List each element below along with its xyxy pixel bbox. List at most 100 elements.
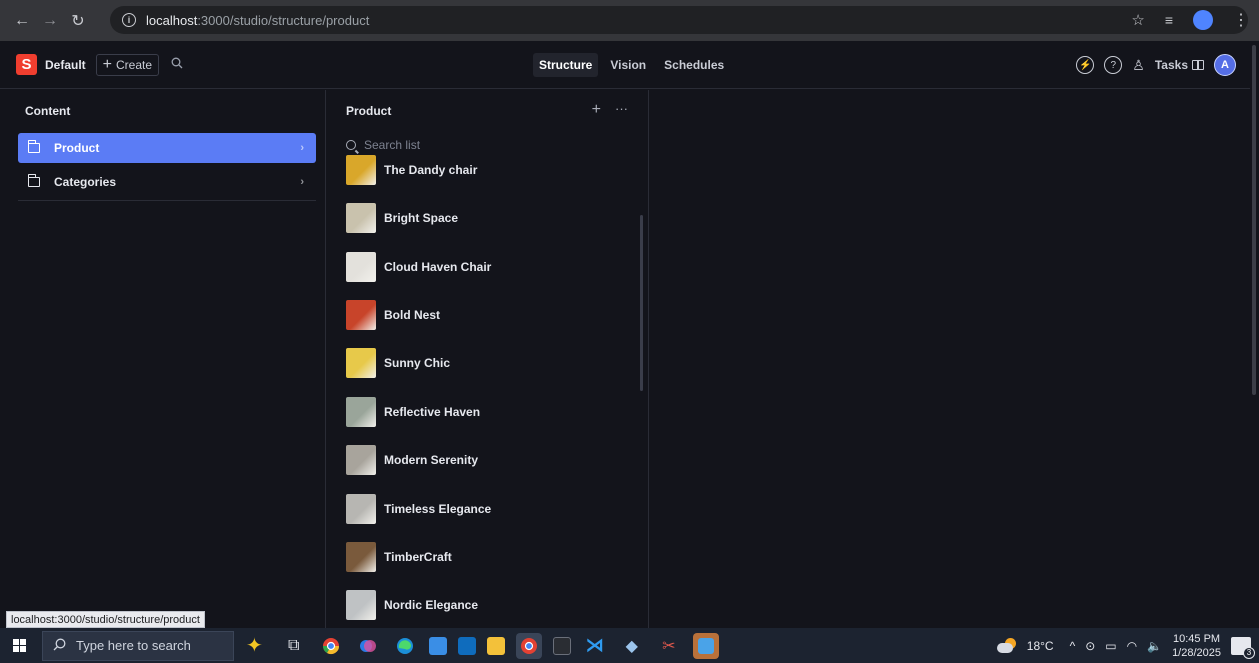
list-item[interactable]: Reflective Haven bbox=[346, 397, 480, 427]
windows-taskbar: Type here to search ✦ ⧉ ⋊ ◆ ✂ 18°C ^ ⊙ ▭… bbox=[0, 628, 1259, 663]
panel-icon bbox=[1192, 60, 1204, 70]
copilot-sparkle-icon[interactable]: ✦ bbox=[246, 633, 263, 658]
help-icon[interactable]: ? bbox=[1104, 56, 1123, 74]
create-button[interactable]: + Create bbox=[95, 53, 160, 76]
list-item-title: Bright Space bbox=[384, 211, 459, 225]
avatar[interactable]: A bbox=[1214, 54, 1236, 76]
notification-count: 3 bbox=[1243, 646, 1255, 659]
users-icon[interactable]: ♙ bbox=[1132, 57, 1145, 74]
edge-icon[interactable] bbox=[392, 633, 418, 659]
list-item[interactable]: Bright Space bbox=[346, 203, 458, 233]
content-pane: Content Product › Categories › bbox=[0, 90, 326, 628]
add-document-plus-icon[interactable]: + bbox=[592, 101, 601, 119]
tasks-label: Tasks bbox=[1154, 58, 1188, 72]
taskbar-search-input[interactable]: Type here to search bbox=[42, 630, 234, 661]
tray-app-icon[interactable]: ⊙ bbox=[1085, 639, 1095, 653]
page-scrollbar[interactable] bbox=[1250, 41, 1259, 628]
product-thumbnail bbox=[346, 252, 376, 282]
speaker-icon[interactable]: 🔈 bbox=[1147, 639, 1162, 653]
list-item[interactable]: TimberCraft bbox=[346, 542, 452, 572]
browser-menu-icon[interactable]: ⋮ bbox=[1233, 10, 1249, 30]
product-thumbnail bbox=[346, 155, 376, 185]
tool-structure[interactable]: Structure bbox=[533, 53, 599, 77]
search-list-input[interactable]: Search list bbox=[346, 138, 420, 152]
product-thumbnail bbox=[346, 494, 376, 524]
tasks-button[interactable]: Tasks bbox=[1155, 58, 1204, 72]
file-explorer-icon[interactable] bbox=[486, 636, 505, 655]
product-thumbnail bbox=[346, 590, 376, 620]
folder-icon bbox=[27, 174, 40, 187]
forward-arrow-icon[interactable]: → bbox=[36, 7, 64, 35]
product-thumbnail bbox=[346, 203, 376, 233]
sidebar-item-product[interactable]: Product › bbox=[18, 133, 316, 163]
notes-app-icon[interactable]: ◆ bbox=[619, 633, 645, 659]
tool-schedules[interactable]: Schedules bbox=[658, 53, 730, 77]
product-thumbnail bbox=[346, 397, 376, 427]
tool-menu: Structure Vision Schedules bbox=[533, 41, 730, 89]
content-pane-title: Content bbox=[25, 104, 71, 118]
clock[interactable]: 10:45 PM 1/28/2025 bbox=[1172, 632, 1221, 660]
photos-app-icon[interactable] bbox=[692, 632, 719, 659]
studio-logo[interactable]: S bbox=[16, 54, 37, 75]
search-icon[interactable] bbox=[171, 57, 183, 72]
list-item[interactable]: Modern Serenity bbox=[346, 445, 478, 475]
address-bar[interactable]: i localhost:3000/studio/structure/produc… bbox=[110, 6, 1248, 34]
task-view-icon[interactable]: ⧉ bbox=[281, 633, 307, 659]
list-item[interactable]: Sunny Chic bbox=[346, 348, 450, 378]
bookmark-star-icon[interactable]: ☆ bbox=[1131, 11, 1144, 29]
pane-actions: + ··· bbox=[592, 101, 628, 119]
search-list-placeholder: Search list bbox=[364, 138, 421, 152]
create-label: Create bbox=[116, 57, 153, 72]
list-item[interactable]: Bold Nest bbox=[346, 300, 440, 330]
list-item[interactable]: Cloud Haven Chair bbox=[346, 252, 491, 282]
outlook-icon[interactable] bbox=[457, 636, 476, 655]
list-item-title: Timeless Elegance bbox=[384, 502, 492, 516]
list-item-title: Sunny Chic bbox=[384, 356, 451, 370]
lightning-icon[interactable]: ⚡ bbox=[1076, 56, 1095, 74]
site-info-icon[interactable]: i bbox=[122, 13, 136, 27]
temperature[interactable]: 18°C bbox=[1027, 639, 1054, 653]
browser-toolbar: ← → ↻ i localhost:3000/studio/structure/… bbox=[0, 0, 1259, 41]
snipping-tool-icon[interactable]: ✂ bbox=[656, 633, 682, 659]
search-icon bbox=[346, 140, 356, 150]
store-icon[interactable] bbox=[428, 636, 447, 655]
list-item-title: Modern Serenity bbox=[384, 453, 479, 467]
taskbar-apps: ⧉ ⋊ ◆ ✂ bbox=[281, 632, 719, 659]
sidebar-item-categories[interactable]: Categories › bbox=[18, 167, 316, 197]
profile-icon[interactable] bbox=[1193, 10, 1213, 30]
reload-icon[interactable]: ↻ bbox=[64, 7, 92, 35]
reading-list-icon[interactable]: ≡ bbox=[1165, 12, 1173, 28]
weather-icon[interactable] bbox=[996, 637, 1017, 654]
page-scrollbar-thumb[interactable] bbox=[1252, 45, 1256, 395]
list-item-title: Reflective Haven bbox=[384, 405, 481, 419]
list-scrollbar[interactable] bbox=[640, 215, 643, 391]
notification-icon[interactable]: 3 bbox=[1231, 636, 1255, 659]
copilot-app-icon[interactable] bbox=[355, 633, 381, 659]
back-arrow-icon[interactable]: ← bbox=[8, 7, 36, 35]
sidebar-item-label: Categories bbox=[54, 175, 117, 189]
product-pane-title: Product bbox=[346, 104, 392, 118]
chrome-active-icon[interactable] bbox=[515, 632, 542, 659]
date: 1/28/2025 bbox=[1172, 646, 1221, 659]
product-thumbnail bbox=[346, 300, 376, 330]
vscode-icon[interactable]: ⋊ bbox=[582, 633, 608, 659]
list-item[interactable]: Nordic Elegance bbox=[346, 590, 478, 620]
more-options-icon[interactable]: ··· bbox=[615, 101, 628, 119]
battery-icon[interactable]: ▭ bbox=[1105, 639, 1116, 653]
tool-vision[interactable]: Vision bbox=[604, 53, 652, 77]
list-item-title: Cloud Haven Chair bbox=[384, 260, 492, 274]
chevron-up-icon[interactable]: ^ bbox=[1070, 639, 1076, 653]
windows-start-icon[interactable] bbox=[0, 628, 38, 663]
browser-actions: ☆ ≡ ⋮ bbox=[1131, 6, 1249, 34]
address-bar-url: localhost:3000/studio/structure/product bbox=[146, 12, 370, 28]
sidebar-item-label: Product bbox=[54, 141, 100, 155]
time: 10:45 PM bbox=[1172, 632, 1221, 645]
list-item[interactable]: The Dandy chair bbox=[346, 155, 477, 185]
list-item-title: The Dandy chair bbox=[384, 163, 478, 177]
wifi-icon[interactable]: ◠ bbox=[1127, 639, 1137, 653]
terminal-icon[interactable] bbox=[552, 636, 571, 655]
list-item[interactable]: Timeless Elegance bbox=[346, 494, 491, 524]
chrome-icon[interactable] bbox=[318, 633, 344, 659]
product-thumbnail bbox=[346, 445, 376, 475]
workspace-name[interactable]: Default bbox=[45, 58, 86, 72]
